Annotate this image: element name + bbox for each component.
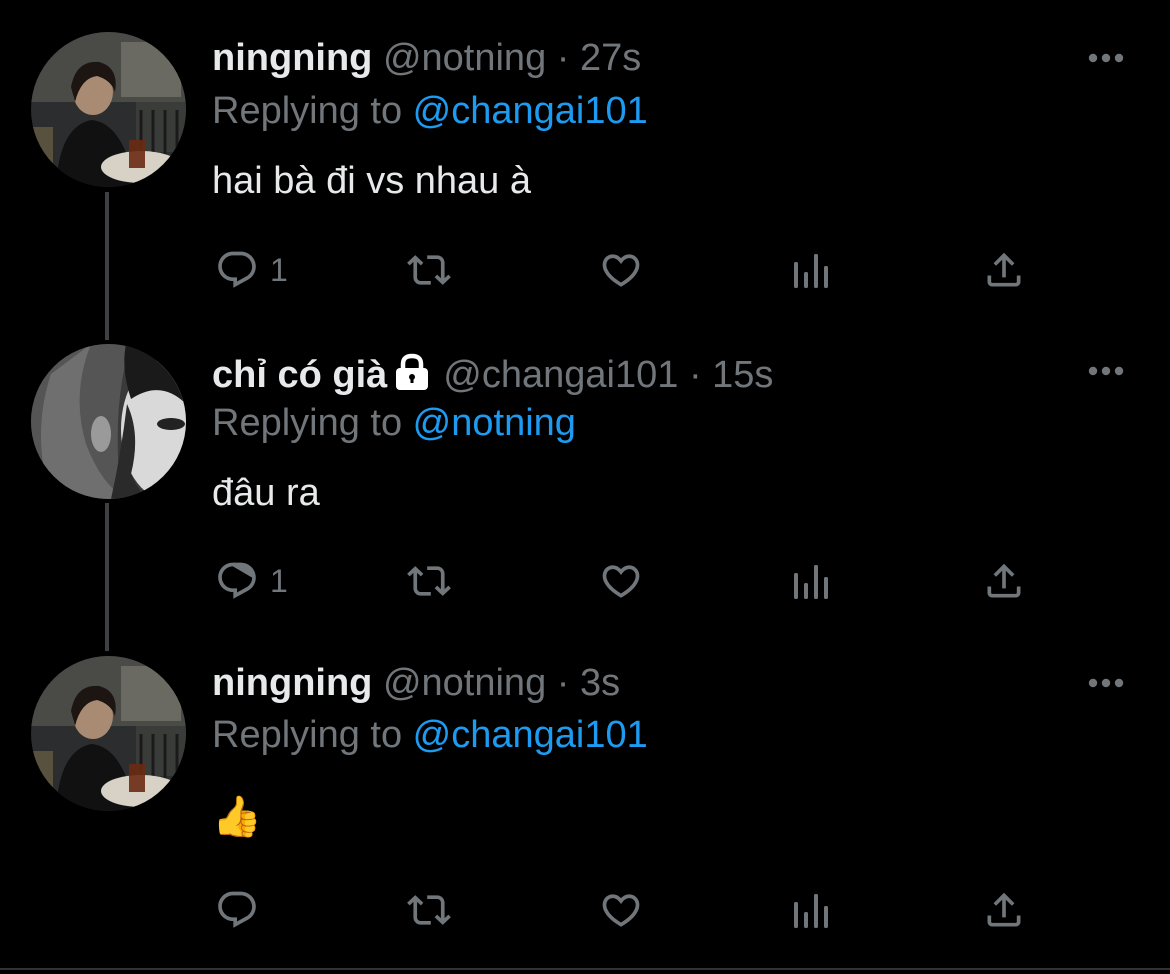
display-name[interactable]: ningning <box>212 37 372 79</box>
reply-icon <box>218 562 256 599</box>
like-icon <box>602 894 640 927</box>
avatar-photo <box>31 344 186 499</box>
retweet-icon <box>407 895 451 925</box>
reply-thread: ningning @notning · 27s Replying to @cha… <box>0 0 1170 974</box>
like-icon <box>602 254 640 287</box>
tweet[interactable]: chỉ có già @changai101 · 15s Replying to… <box>0 330 1170 645</box>
reply-icon <box>218 891 256 928</box>
share-icon <box>987 892 1021 927</box>
replying-to-label: Replying to <box>212 714 413 756</box>
views-icon <box>794 565 828 599</box>
display-name[interactable]: ningning <box>212 662 372 704</box>
share-button[interactable] <box>982 248 1026 292</box>
tweet-text: 👍 <box>212 795 262 839</box>
retweet-icon <box>407 255 451 285</box>
views-button[interactable] <box>792 888 834 932</box>
timestamp[interactable]: 15s <box>712 354 773 396</box>
separator-dot: · <box>556 37 570 79</box>
reply-count: 1 <box>270 252 288 288</box>
views-icon <box>794 254 828 288</box>
reply-button[interactable]: 1 <box>214 559 288 603</box>
reply-button[interactable] <box>214 888 270 932</box>
avatar[interactable] <box>31 344 186 499</box>
separator-dot: · <box>688 354 702 396</box>
lock-icon <box>396 353 429 390</box>
replying-to-mention[interactable]: @notning <box>413 402 576 444</box>
views-icon <box>794 894 828 928</box>
replying-to-mention[interactable]: @changai101 <box>413 90 648 132</box>
like-button[interactable] <box>597 888 645 932</box>
replying-to-label: Replying to <box>212 402 413 444</box>
replying-to-line: Replying to @changai101 <box>212 713 648 757</box>
tweet-text: hai bà đi vs nhau à <box>212 160 532 202</box>
avatar-photo <box>31 656 186 811</box>
bottom-divider <box>0 968 1170 970</box>
share-icon <box>987 563 1021 598</box>
replying-to-label: Replying to <box>212 90 413 132</box>
timestamp[interactable]: 3s <box>580 662 620 704</box>
user-handle[interactable]: @notning <box>383 662 546 704</box>
tweet-header: ningning @notning · 3s <box>212 661 620 705</box>
separator-dot: · <box>556 662 570 704</box>
tweet-text: đâu ra <box>212 472 320 514</box>
share-button[interactable] <box>982 559 1026 603</box>
tweet-header: chỉ có già @changai101 · 15s <box>212 353 773 397</box>
replying-to-line: Replying to @changai101 <box>212 89 648 133</box>
display-name[interactable]: chỉ có già <box>212 354 387 396</box>
replying-to-line: Replying to @notning <box>212 401 576 445</box>
retweet-icon <box>407 566 451 596</box>
reply-count: 1 <box>270 563 288 599</box>
reply-button[interactable]: 1 <box>214 248 288 292</box>
like-button[interactable] <box>597 248 645 292</box>
more-icon[interactable] <box>1086 673 1126 693</box>
avatar-photo <box>31 32 186 187</box>
more-icon[interactable] <box>1086 361 1126 381</box>
like-icon <box>602 565 640 598</box>
avatar[interactable] <box>31 32 186 187</box>
retweet-button[interactable] <box>402 559 456 603</box>
retweet-button[interactable] <box>402 888 456 932</box>
views-button[interactable] <box>792 248 834 292</box>
tweet[interactable]: ningning @notning · 3s Replying to @chan… <box>0 645 1170 965</box>
share-button[interactable] <box>982 888 1026 932</box>
avatar[interactable] <box>31 656 186 811</box>
user-handle[interactable]: @changai101 <box>443 354 678 396</box>
share-icon <box>987 252 1021 287</box>
tweet-header: ningning @notning · 27s <box>212 36 641 80</box>
views-button[interactable] <box>792 559 834 603</box>
reply-icon <box>218 251 256 288</box>
user-handle[interactable]: @notning <box>383 37 546 79</box>
replying-to-mention[interactable]: @changai101 <box>413 714 648 756</box>
like-button[interactable] <box>597 559 645 603</box>
retweet-button[interactable] <box>402 248 456 292</box>
tweet[interactable]: ningning @notning · 27s Replying to @cha… <box>0 0 1170 330</box>
timestamp[interactable]: 27s <box>580 37 641 79</box>
more-icon[interactable] <box>1086 48 1126 68</box>
